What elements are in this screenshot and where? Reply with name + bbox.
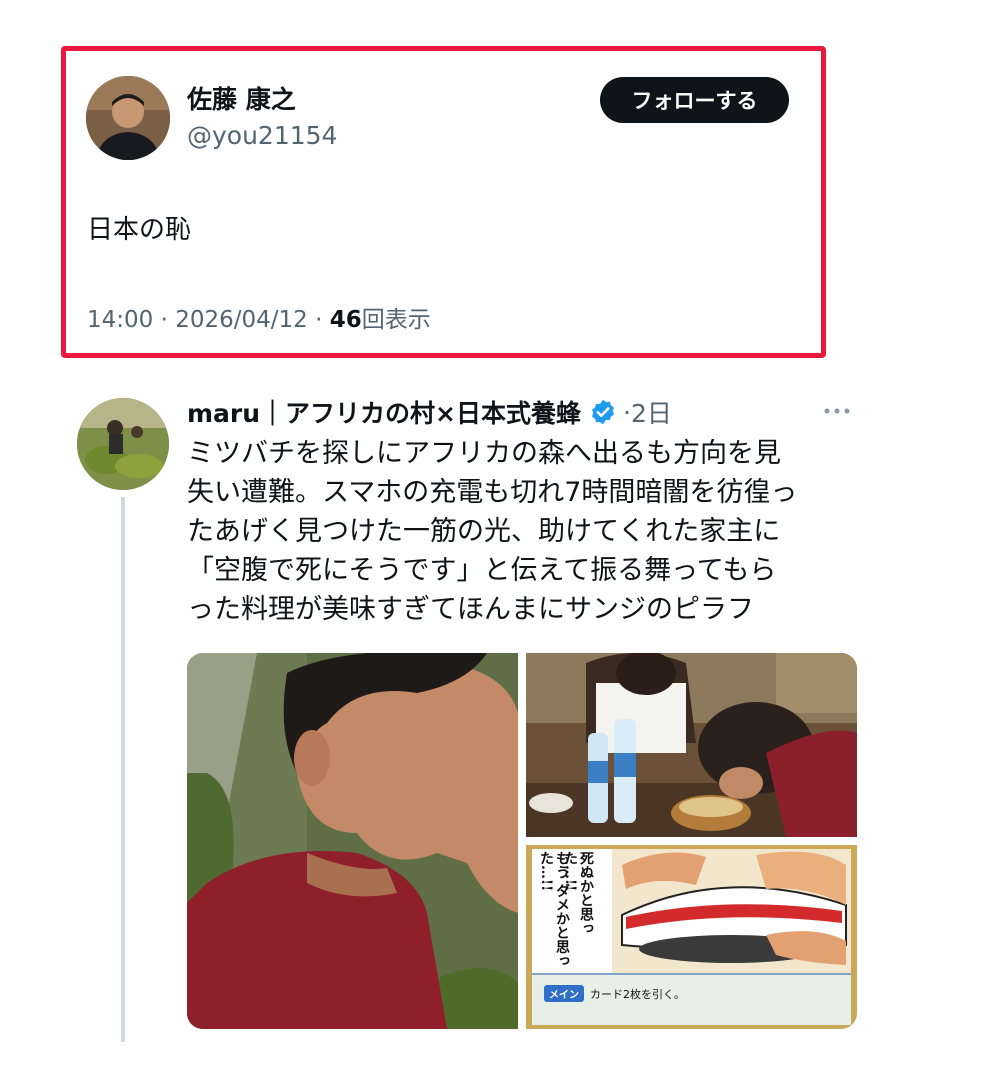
reply-display-name[interactable]: maru｜アフリカの村×日本式養蜂	[187, 394, 581, 430]
manga-card-effect: カード2枚を引く。	[590, 987, 685, 1001]
photo-young-man-profile[interactable]	[187, 653, 518, 1029]
reply-time-separator: ·	[623, 397, 631, 427]
meta-separator: ·	[160, 307, 168, 333]
views-count: 46	[329, 307, 362, 333]
manga-speech-bubble: もう ダメかと思った…!!	[538, 851, 570, 968]
manga-card-tag: メイン	[544, 985, 584, 1002]
reply-text-line: 失い遭難。スマホの充電も切れ7時間暗闇を彷徨っ	[187, 477, 798, 508]
views-label: 回表示	[361, 307, 431, 333]
tweet-text: 日本の恥	[87, 215, 192, 245]
manga-card-caption: メイン カード2枚を引く。	[544, 985, 685, 1002]
meta-separator: ·	[315, 307, 323, 333]
more-options-icon[interactable]	[820, 398, 854, 424]
reply-text-line: たあげく見つけた一筋の光、助けてくれた家主に	[187, 516, 781, 547]
tweet-meta: 14:00 · 2026/04/12 · 46回表示	[87, 304, 431, 336]
user-handle[interactable]: @you21154	[187, 120, 337, 152]
avatar[interactable]	[86, 76, 170, 160]
manga-card-image[interactable]: 死ぬかと思った…!! もう ダメかと思った…!! メイン カード2枚を引く。	[526, 845, 857, 1029]
photo-eating-meal[interactable]	[526, 653, 857, 837]
reply-text: ミツバチを探しにアフリカの森へ出るも方向を見 失い遭難。スマホの充電も切れ7時間…	[187, 434, 867, 629]
reply-avatar[interactable]	[77, 398, 169, 490]
tweet-time[interactable]: 14:00	[87, 307, 153, 333]
verified-badge-icon	[589, 398, 617, 426]
reply-text-line: ミツバチを探しにアフリカの森へ出るも方向を見	[187, 438, 781, 469]
follow-button[interactable]: フォローする	[600, 77, 789, 123]
reply-text-line: った料理が美味すぎてほんまにサンジのピラフ	[187, 594, 754, 625]
reply-time[interactable]: 2日	[631, 394, 672, 430]
reply-text-line: 「空腹で死にそうです」と伝えて振る舞ってもら	[187, 555, 777, 586]
tweet-date[interactable]: 2026/04/12	[175, 307, 308, 333]
reply-header: maru｜アフリカの村×日本式養蜂 · 2日	[187, 394, 672, 430]
display-name[interactable]: 佐藤 康之	[187, 84, 296, 116]
media-grid: 死ぬかと思った…!! もう ダメかと思った…!! メイン カード2枚を引く。	[187, 653, 857, 1029]
thread-line	[121, 497, 125, 1042]
